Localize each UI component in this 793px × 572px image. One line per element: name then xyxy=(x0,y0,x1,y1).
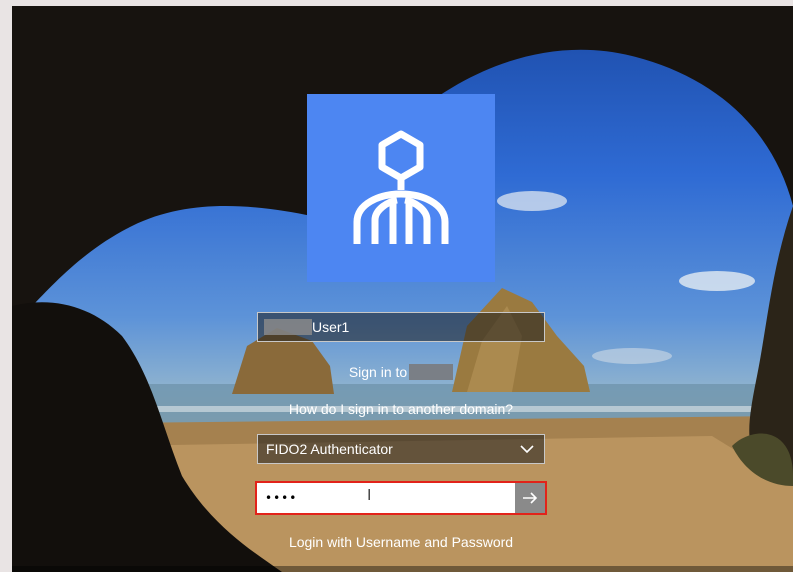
text-cursor-icon: I xyxy=(367,487,372,504)
username-password-login-link[interactable]: Login with Username and Password xyxy=(212,534,590,550)
username-text: User1 xyxy=(312,319,350,335)
other-domain-link[interactable]: How do I sign in to another domain? xyxy=(212,401,590,417)
lock-screen: User1 Sign in to How do I sign in to ano… xyxy=(12,6,793,572)
logo-tile xyxy=(307,94,495,282)
redacted-domain-mask xyxy=(264,319,312,335)
redacted-domain-mask xyxy=(409,364,454,380)
sign-in-to-label: Sign in to xyxy=(257,364,545,380)
sign-in-to-text: Sign in to xyxy=(348,364,408,380)
username-field[interactable]: User1 xyxy=(257,312,545,342)
pin-input[interactable]: •••• I xyxy=(255,481,547,515)
auth-method-select[interactable]: FIDO2 Authenticator xyxy=(257,434,545,464)
auth-method-value: FIDO2 Authenticator xyxy=(266,441,393,457)
submit-button[interactable] xyxy=(515,483,545,513)
fido-logo-icon xyxy=(353,130,449,244)
chevron-down-icon xyxy=(520,445,534,454)
arrow-right-icon xyxy=(523,492,538,504)
pin-value[interactable]: •••• xyxy=(257,483,515,513)
